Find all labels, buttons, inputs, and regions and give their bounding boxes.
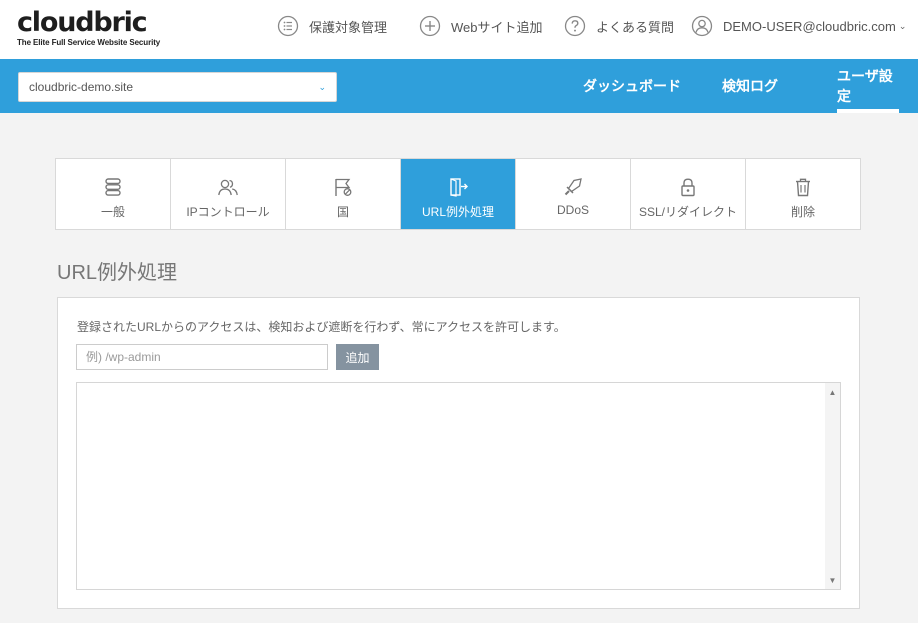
tab-label: IPコントロール [186,205,270,219]
site-selector[interactable]: cloudbric-demo.site ⌄ [18,72,337,102]
topnav-label: よくある質問 [596,19,675,35]
logo-wordmark: cloudbric [17,7,148,38]
tab-label: URL例外処理 [421,205,494,219]
main-navbar: cloudbric-demo.site ⌄ ダッシュボード 検知ログ ユーザ設定 [0,59,918,113]
url-list[interactable]: ▲ ▼ [76,382,841,590]
scroll-down-icon[interactable]: ▼ [825,573,840,587]
sword-icon [564,178,582,196]
users-icon [218,179,238,196]
tab-label: SSL/リダイレクト [638,205,738,219]
nav-detection-log[interactable]: 検知ログ [722,59,778,113]
topnav-user-menu[interactable]: DEMO-USER@cloudbric.com ⌄ [691,15,906,37]
chevron-down-icon: ⌄ [318,81,326,92]
topnav-add-website[interactable]: Webサイト追加 [419,15,543,37]
tab-url-exception[interactable]: URL例外処理 [401,159,516,229]
topnav-label: Webサイト追加 [451,19,543,35]
site-selector-value: cloudbric-demo.site [29,80,134,94]
scrollbar[interactable]: ▲ ▼ [825,383,840,589]
logo-tagline: The Elite Full Service Website Security [17,38,161,47]
settings-tabs: 一般 IPコントロール 国 URL例外処理 DDoS SSL/リダイレクト 削除 [55,158,861,230]
nav-dashboard[interactable]: ダッシュボード [583,59,681,113]
scroll-up-icon[interactable]: ▲ [825,385,840,399]
topnav-protected-sites[interactable]: 保護対象管理 [277,15,387,37]
door-exit-icon [450,178,468,197]
tab-country[interactable]: 国 [286,159,401,229]
tab-label: 削除 [790,205,815,219]
chevron-down-icon: ⌄ [898,20,907,31]
url-input[interactable] [76,344,328,370]
user-email: DEMO-USER@cloudbric.com [723,18,896,34]
tab-ssl-redirect[interactable]: SSL/リダイレクト [631,159,746,229]
add-button[interactable]: 追加 [336,344,379,370]
user-avatar-icon [691,15,713,37]
topnav-faq[interactable]: よくある質問 [564,15,674,37]
tab-label: 一般 [100,205,125,219]
tab-ip-control[interactable]: IPコントロール [171,159,286,229]
tab-ddos[interactable]: DDoS [516,159,631,229]
cloudbric-logo[interactable]: cloudbric The Elite Full Service Website… [17,9,160,47]
tab-label: DDoS [556,203,589,217]
trash-icon [796,178,810,197]
lock-icon [681,178,695,197]
section-description: 登録されたURLからのアクセスは、検知および遮断を行わず、常にアクセスを許可しま… [77,320,566,334]
tab-general[interactable]: 一般 [56,159,171,229]
tab-delete[interactable]: 削除 [746,159,860,229]
section-title: URL例外処理 [57,262,178,284]
database-icon [105,178,121,196]
url-exception-panel: 登録されたURLからのアクセスは、検知および遮断を行わず、常にアクセスを許可しま… [57,297,860,609]
topnav-label: 保護対象管理 [309,19,388,35]
list-icon [277,15,299,37]
top-header: cloudbric The Elite Full Service Website… [0,0,918,59]
plus-circle-icon [419,15,441,37]
flag-block-icon [335,178,352,196]
question-icon [564,15,586,37]
tab-label: 国 [336,205,349,219]
nav-user-settings[interactable]: ユーザ設定 [837,59,899,113]
